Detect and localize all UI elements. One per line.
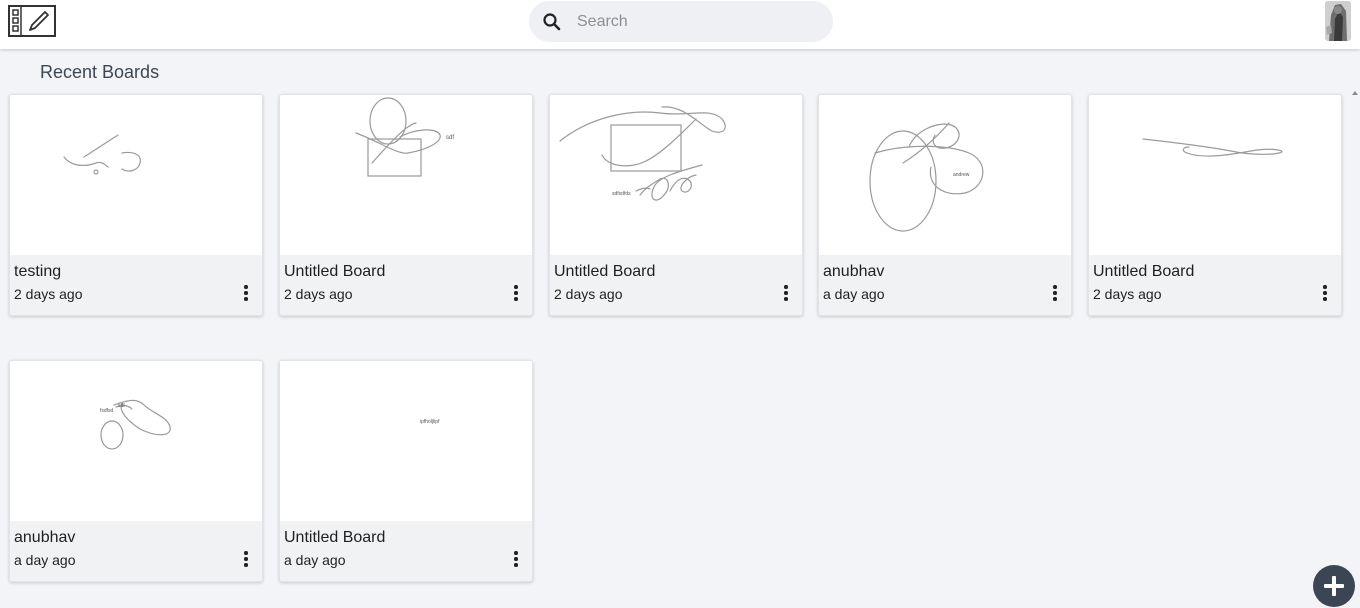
board-thumbnail[interactable]: ipfholjlipf <box>280 361 532 521</box>
board-card[interactable]: sdf Untitled Board 2 days ago <box>279 94 533 316</box>
board-title[interactable]: testing <box>14 263 61 281</box>
board-thumbnail[interactable]: fsdfsd sdf <box>10 361 262 521</box>
sketch-label: fsdfsd <box>100 408 114 414</box>
board-title[interactable]: Untitled Board <box>1093 263 1194 281</box>
board-title[interactable]: anubhav <box>823 263 884 281</box>
board-time: a day ago <box>823 286 885 302</box>
board-thumbnail[interactable] <box>10 95 262 255</box>
board-thumbnail[interactable]: sdf <box>280 95 532 255</box>
sketch-preview: fsdfsd sdf <box>100 399 171 450</box>
sketch-preview: sdf <box>355 97 454 177</box>
board-time: 2 days ago <box>284 286 353 302</box>
sketch-label: sdfsdfds <box>612 191 631 197</box>
sketch-label: sdf <box>446 135 454 141</box>
search-bar <box>529 1 833 42</box>
section-title: Recent Boards <box>40 62 160 82</box>
top-bar <box>0 0 1360 49</box>
user-photo-icon <box>1325 1 1351 41</box>
board-thumbnail[interactable] <box>1089 95 1341 255</box>
sketch-preview: sdfsdfds <box>559 106 726 201</box>
board-card[interactable]: testing 2 days ago <box>9 94 263 316</box>
search-icon <box>543 13 561 31</box>
sketch-preview: andrew <box>869 122 984 232</box>
board-card[interactable]: fsdfsd sdf anubhav a day ago <box>9 360 263 582</box>
search-input[interactable] <box>577 9 817 35</box>
more-options-icon[interactable] <box>1317 284 1333 302</box>
avatar[interactable] <box>1325 1 1351 41</box>
sketch-preview <box>63 134 141 175</box>
sketch-label: andrew <box>953 172 970 178</box>
more-options-icon[interactable] <box>238 284 254 302</box>
board-thumbnail[interactable]: andrew <box>819 95 1071 255</box>
more-options-icon[interactable] <box>508 550 524 568</box>
sketch-label: ipfholjlipf <box>420 419 440 425</box>
board-title[interactable]: Untitled Board <box>554 263 655 281</box>
board-thumbnail[interactable]: sdfsdfds <box>550 95 802 255</box>
board-card[interactable]: sdfsdfds Untitled Board 2 days ago <box>549 94 803 316</box>
whiteboard-logo-icon[interactable] <box>8 5 56 37</box>
board-time: 2 days ago <box>14 286 83 302</box>
board-card[interactable]: andrew anubhav a day ago <box>818 94 1072 316</box>
scroll-up-arrow-icon[interactable] <box>1351 89 1359 97</box>
more-options-icon[interactable] <box>1047 284 1063 302</box>
sketch-preview <box>1142 138 1283 157</box>
board-time: a day ago <box>284 552 346 568</box>
add-board-button[interactable] <box>1313 565 1355 607</box>
more-options-icon[interactable] <box>238 550 254 568</box>
board-time: 2 days ago <box>1093 286 1162 302</box>
board-card[interactable]: Untitled Board 2 days ago <box>1088 94 1342 316</box>
board-time: a day ago <box>14 552 76 568</box>
board-title[interactable]: anubhav <box>14 529 75 547</box>
board-title[interactable]: Untitled Board <box>284 263 385 281</box>
more-options-icon[interactable] <box>778 284 794 302</box>
board-time: 2 days ago <box>554 286 623 302</box>
sketch-label: sdf <box>118 403 125 409</box>
more-options-icon[interactable] <box>508 284 524 302</box>
board-card[interactable]: ipfholjlipf Untitled Board a day ago <box>279 360 533 582</box>
board-title[interactable]: Untitled Board <box>284 529 385 547</box>
sketch-preview: ipfholjlipf <box>420 419 440 425</box>
